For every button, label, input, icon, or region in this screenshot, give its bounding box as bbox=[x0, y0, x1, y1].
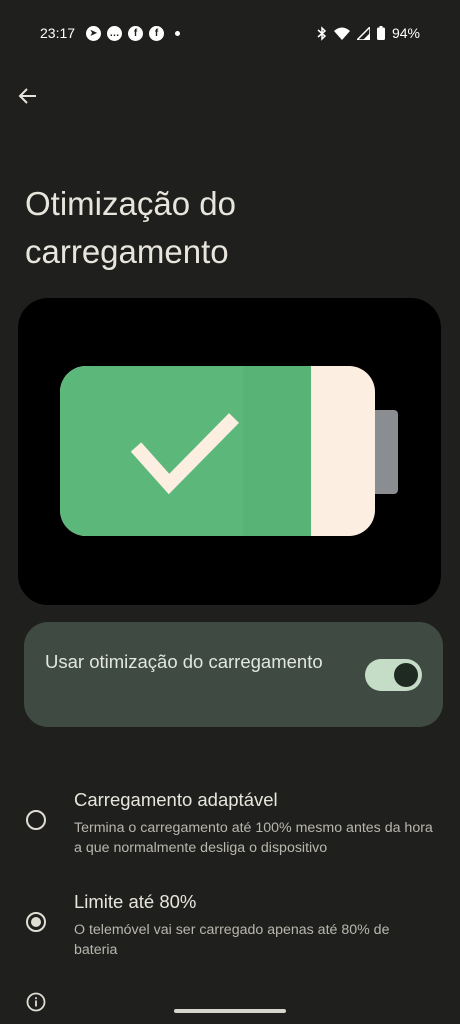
toggle-label: Usar otimização do carregamento bbox=[45, 651, 323, 672]
option-description: O telemóvel vai ser carregado apenas até… bbox=[74, 922, 390, 958]
chat-icon: … bbox=[107, 26, 122, 41]
wifi-icon bbox=[333, 27, 350, 40]
system-icons: 94% bbox=[317, 25, 420, 41]
option-adaptive-charging[interactable]: Carregamento adaptável Termina o carrega… bbox=[0, 785, 460, 865]
battery-graphic bbox=[60, 366, 398, 536]
charging-optimization-toggle-row[interactable]: Usar otimização do carregamento bbox=[24, 622, 443, 727]
more-notifications-icon bbox=[175, 31, 180, 36]
gesture-navigation-bar[interactable] bbox=[174, 1009, 286, 1013]
signal-icon bbox=[356, 26, 370, 40]
info-icon bbox=[26, 992, 46, 1012]
radio-adaptive-charging[interactable] bbox=[26, 810, 46, 830]
charging-optimization-switch[interactable] bbox=[365, 659, 422, 691]
radio-limit-80[interactable] bbox=[26, 912, 46, 932]
option-title: Limite até 80% bbox=[74, 891, 197, 912]
switch-knob bbox=[394, 663, 418, 687]
battery-percent: 94% bbox=[391, 25, 420, 41]
facebook-icon: f bbox=[149, 26, 164, 41]
battery-terminal bbox=[371, 410, 398, 494]
telegram-icon: ➤ bbox=[86, 26, 101, 41]
back-arrow-icon[interactable] bbox=[16, 84, 40, 108]
facebook-icon: f bbox=[128, 26, 143, 41]
bluetooth-icon bbox=[317, 25, 327, 41]
battery-icon bbox=[376, 26, 385, 40]
battery-illustration bbox=[18, 298, 441, 605]
option-limit-80[interactable]: Limite até 80% O telemóvel vai ser carre… bbox=[0, 887, 460, 967]
option-title: Carregamento adaptável bbox=[74, 789, 278, 810]
notification-icons: ➤ … f f bbox=[86, 26, 180, 41]
status-bar: 23:17 ➤ … f f 94% bbox=[0, 0, 460, 68]
battery-charge-shade bbox=[243, 366, 311, 536]
page-title: Otimização do carregamento bbox=[25, 185, 236, 270]
status-time: 23:17 bbox=[40, 25, 76, 41]
option-description: Termina o carregamento até 100% mesmo an… bbox=[74, 820, 433, 856]
